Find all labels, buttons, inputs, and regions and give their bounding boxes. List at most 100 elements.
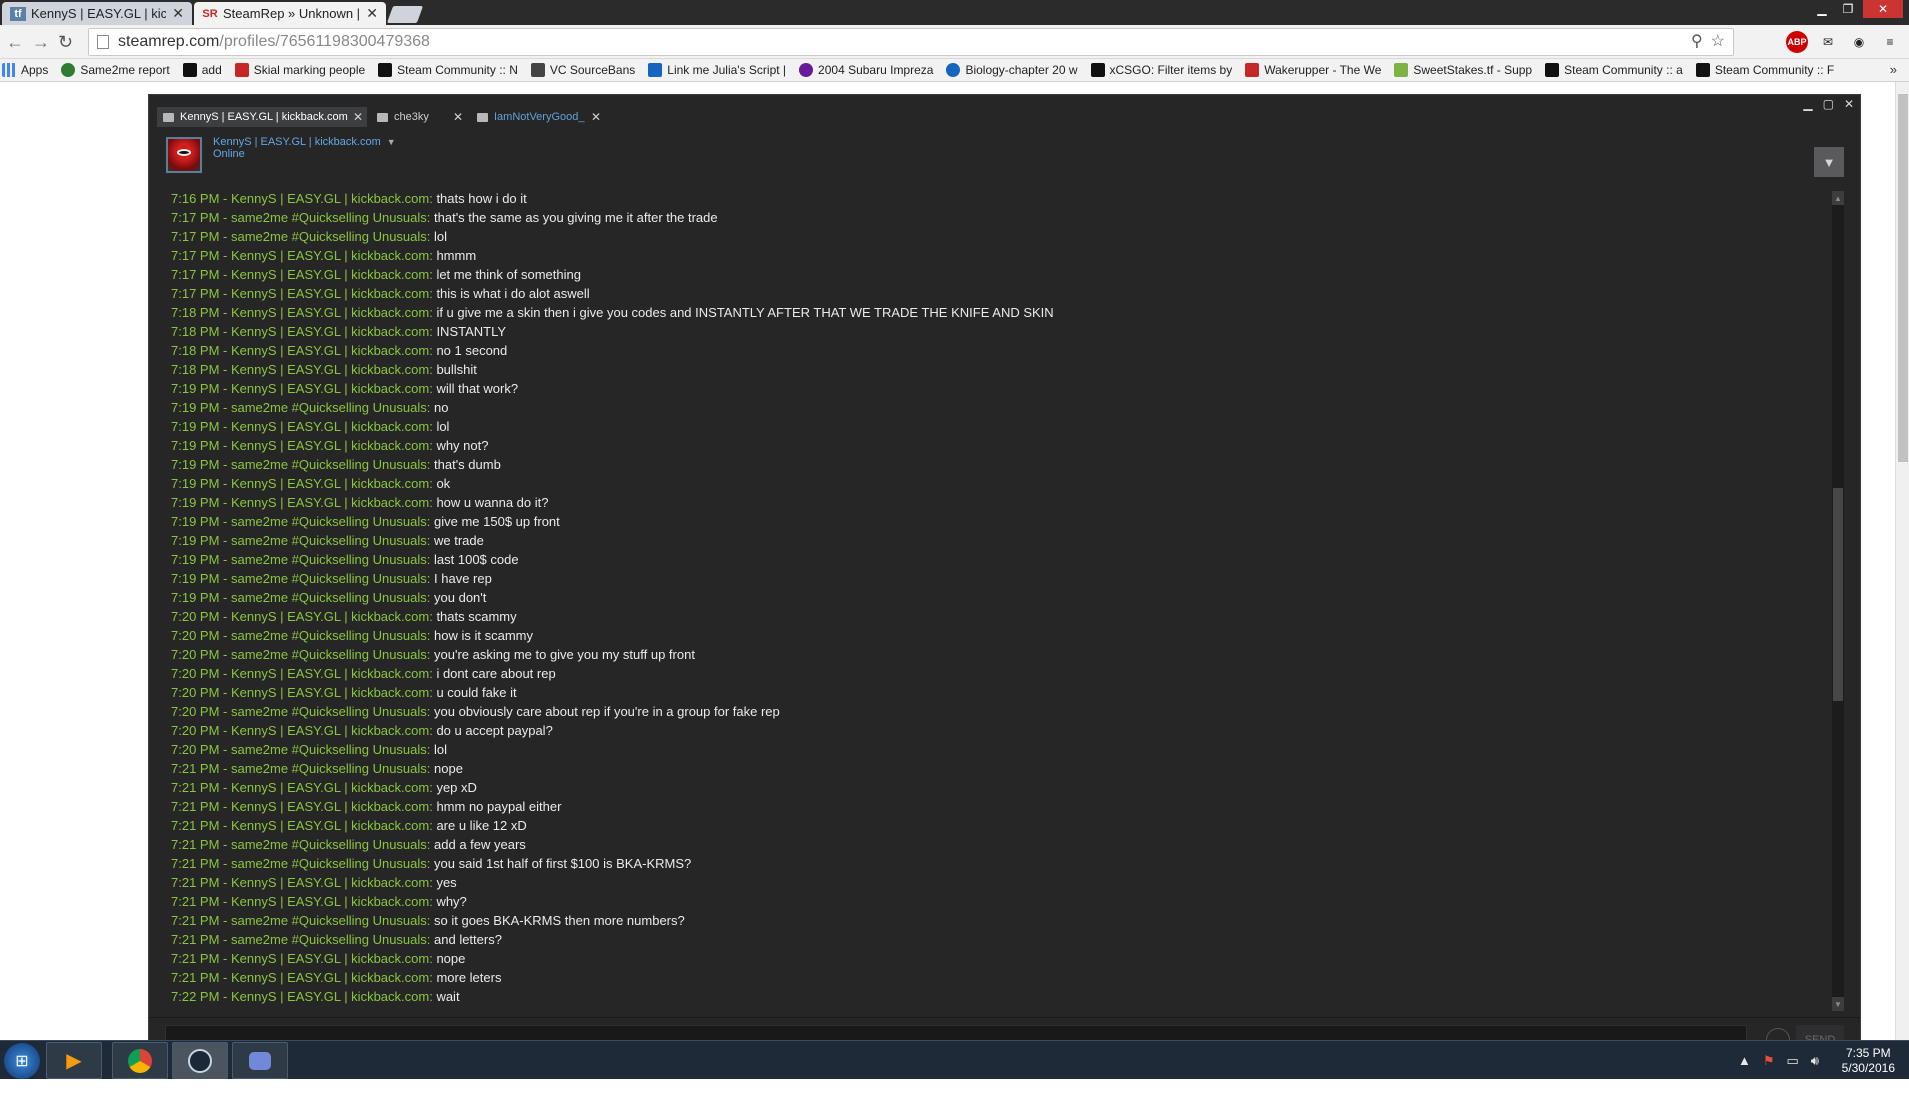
page-scrollbar[interactable]	[1895, 82, 1909, 1050]
maximize-icon[interactable]: ❐	[1837, 0, 1859, 18]
bookmark-item[interactable]: add	[182, 63, 222, 77]
media-player-icon[interactable]: ▶	[46, 1042, 102, 1079]
message-text: and letters?	[434, 932, 502, 947]
close-icon[interactable]: ✕	[353, 110, 363, 124]
address-bar[interactable]: steamrep.com /profiles/76561198300479368…	[88, 28, 1734, 56]
flag-icon[interactable]: ⚑	[1763, 1053, 1775, 1069]
message-sender: 7:19 PM - same2me #Quickselling Unusuals…	[171, 571, 431, 586]
apps-icon	[2, 63, 16, 77]
message-text: thats scammy	[436, 609, 517, 624]
message-text: let me think of something	[436, 267, 581, 282]
message-sender: 7:21 PM - same2me #Quickselling Unusuals…	[171, 856, 431, 871]
minimize-icon[interactable]: ▁	[1811, 0, 1833, 18]
steam-icon	[378, 63, 393, 77]
bookmark-item[interactable]: Biology-chapter 20 w	[946, 63, 1078, 77]
chat-message: 7:21 PM - KennyS | EASY.GL | kickback.co…	[171, 969, 501, 987]
discord-icon[interactable]	[232, 1042, 288, 1079]
bookmark-item[interactable]: Apps	[2, 63, 48, 77]
close-icon[interactable]: ✕	[172, 5, 184, 22]
message-text: if u give me a skin then i give you code…	[436, 305, 1054, 320]
browser-tab-label: SteamRep » Unknown | 7	[223, 6, 361, 21]
message-text: no	[434, 400, 449, 415]
bookmark-item[interactable]: Wakerupper - The We	[1245, 63, 1381, 77]
bookmark-item[interactable]: VC SourceBans	[530, 63, 636, 77]
bookmark-item[interactable]: Link me Julia's Script |	[648, 63, 786, 77]
caret-down-icon[interactable]: ▼	[387, 137, 396, 147]
chat-message: 7:21 PM - KennyS | EASY.GL | kickback.co…	[171, 798, 561, 816]
chevron-right-icon[interactable]: »	[1890, 62, 1897, 77]
bookmark-item[interactable]: 2004 Subaru Impreza	[799, 63, 933, 77]
bookmark-item[interactable]: Steam Community :: a	[1545, 63, 1683, 77]
bookmark-label: VC SourceBans	[549, 63, 636, 77]
message-sender: 7:20 PM - KennyS | EASY.GL | kickback.co…	[171, 609, 433, 624]
new-tab-button[interactable]	[386, 6, 424, 23]
message-text: I have rep	[434, 571, 492, 586]
url-host: steamrep.com	[118, 33, 220, 50]
chat-tab-che3ky[interactable]: che3ky ✕	[371, 107, 467, 127]
close-icon[interactable]: ✕	[1863, 0, 1903, 18]
chat-message: 7:17 PM - KennyS | EASY.GL | kickback.co…	[171, 266, 581, 284]
search-icon[interactable]: ⚲	[1691, 31, 1703, 51]
adblock-icon[interactable]: ABP	[1786, 31, 1808, 53]
close-icon[interactable]: ✕	[1844, 97, 1854, 111]
message-text: yes	[436, 875, 457, 890]
scroll-down-arrow-icon[interactable]: ▼	[1832, 997, 1844, 1011]
chat-message: 7:21 PM - same2me #Quickselling Unusuals…	[171, 912, 685, 930]
message-sender: 7:19 PM - KennyS | EASY.GL | kickback.co…	[171, 438, 433, 453]
close-icon[interactable]: ✕	[366, 5, 378, 22]
system-clock[interactable]: 7:35 PM 5/30/2016	[1842, 1046, 1895, 1076]
network-icon[interactable]: ▭	[1787, 1053, 1799, 1069]
bookmark-item[interactable]: Steam Community :: N	[378, 63, 518, 77]
chat-tab-iamnotverygood[interactable]: IamNotVeryGood_ ✕	[471, 107, 605, 127]
chat-message: 7:19 PM - same2me #Quickselling Unusuals…	[171, 589, 486, 607]
back-arrow-icon[interactable]: ←	[6, 32, 24, 53]
chat-tab-kennys[interactable]: KennyS | EASY.GL | kickback.com ✕	[157, 107, 367, 127]
message-sender: 7:19 PM - same2me #Quickselling Unusuals…	[171, 514, 431, 529]
star-icon[interactable]: ☆	[1711, 31, 1725, 51]
scroll-thumb[interactable]	[1833, 488, 1843, 701]
volume-icon[interactable]: 🔊︎	[1811, 1053, 1819, 1069]
message-sender: 7:18 PM - KennyS | EASY.GL | kickback.co…	[171, 305, 433, 320]
avatar[interactable]	[166, 137, 202, 173]
browser-tabstrip: tf KennyS | EASY.GL | kickba ✕ SR SteamR…	[0, 0, 1909, 25]
chat-log[interactable]: 7:16 PM - KennyS | EASY.GL | kickback.co…	[171, 190, 1811, 1108]
bookmark-item[interactable]: xCSGO: Filter items by	[1090, 63, 1233, 77]
bookmark-label: Link me Julia's Script |	[667, 63, 787, 77]
chrome-icon[interactable]	[112, 1042, 168, 1079]
forward-arrow-icon[interactable]: →	[32, 32, 50, 53]
close-icon[interactable]: ✕	[591, 110, 601, 124]
friend-name[interactable]: KennyS | EASY.GL | kickback.com ▼	[213, 136, 396, 148]
close-icon[interactable]: ✕	[453, 110, 463, 124]
chat-message: 7:19 PM - KennyS | EASY.GL | kickback.co…	[171, 437, 488, 455]
extension-icon[interactable]: ◉	[1848, 31, 1870, 53]
maximize-icon[interactable]: ▢	[1823, 97, 1834, 111]
tray-expand-icon[interactable]: ▲	[1738, 1053, 1751, 1069]
message-sender: 7:19 PM - KennyS | EASY.GL | kickback.co…	[171, 495, 433, 510]
bookmark-label: xCSGO: Filter items by	[1109, 63, 1233, 77]
browser-tab-1[interactable]: tf KennyS | EASY.GL | kickba ✕	[2, 2, 192, 25]
message-text: you're asking me to give you my stuff up…	[434, 647, 695, 662]
tf-icon: tf	[10, 6, 26, 21]
browser-tab-2[interactable]: SR SteamRep » Unknown | 7 ✕	[194, 2, 386, 25]
bookmark-item[interactable]: Steam Community :: F	[1695, 63, 1834, 77]
clock-time: 7:35 PM	[1845, 1046, 1891, 1060]
menu-icon[interactable]: ≡	[1879, 31, 1901, 53]
reload-icon[interactable]: ↻	[58, 32, 73, 53]
page-scroll-thumb[interactable]	[1898, 94, 1908, 462]
bookmark-item[interactable]: Skial marking people	[234, 63, 365, 77]
message-sender: 7:19 PM - same2me #Quickselling Unusuals…	[171, 533, 431, 548]
chevron-down-icon[interactable]: ▼	[1814, 147, 1844, 177]
steam-icon[interactable]	[172, 1042, 228, 1079]
chat-message: 7:20 PM - same2me #Quickselling Unusuals…	[171, 741, 447, 759]
bookmark-item[interactable]: SweetStakes.tf - Supp	[1394, 63, 1532, 77]
chat-scrollbar[interactable]: ▲ ▼	[1832, 191, 1844, 1011]
message-text: why?	[436, 894, 467, 909]
minimize-icon[interactable]: ▁	[1803, 97, 1812, 111]
message-text: how u wanna do it?	[436, 495, 549, 510]
scroll-up-arrow-icon[interactable]: ▲	[1832, 191, 1844, 205]
message-text: lol	[436, 419, 450, 434]
mail-icon[interactable]: ✉	[1817, 31, 1839, 53]
windows-start-icon[interactable]: ⊞	[4, 1043, 40, 1079]
bookmark-item[interactable]: Same2me report	[61, 63, 170, 77]
chat-message: 7:19 PM - same2me #Quickselling Unusuals…	[171, 513, 560, 531]
